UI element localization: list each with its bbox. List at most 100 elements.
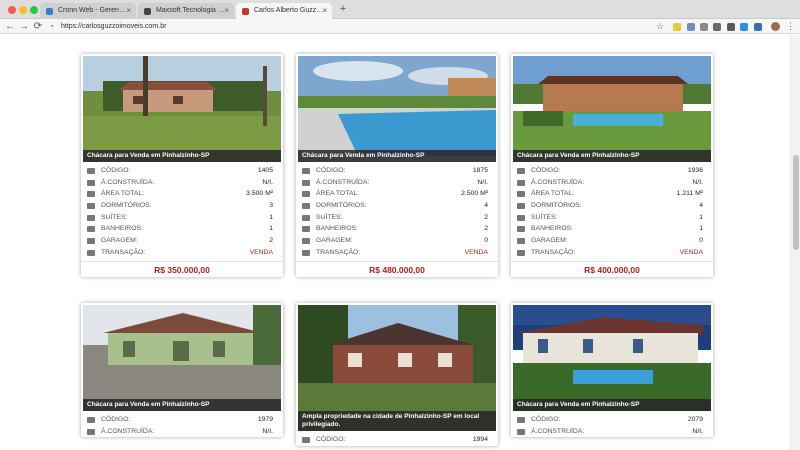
listing-card[interactable]: Chácara para Venda em Pinhalzinho-SP CÓD… bbox=[81, 54, 283, 277]
property-photo[interactable]: Chácara para Venda em Pinhalzinho-SP bbox=[83, 56, 281, 162]
extension-icon[interactable] bbox=[687, 23, 695, 31]
browser-tab-maxsoft[interactable]: Maxsoft Tecnologia - Maxsoft × bbox=[138, 3, 234, 19]
detail-a-construida: Á.CONSTRUÍDA: N/I. bbox=[517, 177, 709, 189]
detail-a-construida: Á.CONSTRUÍDA: N/I. bbox=[302, 177, 494, 189]
detail-dormitorios: DORMITÓRIOS: 3 bbox=[87, 200, 279, 212]
code-icon bbox=[517, 417, 525, 423]
car-icon bbox=[302, 238, 310, 245]
property-photo[interactable]: Chácara para Venda em Pinhalzinho-SP bbox=[83, 305, 281, 411]
building-icon bbox=[517, 428, 525, 435]
property-photo-image bbox=[513, 305, 711, 411]
bathtub-icon bbox=[302, 226, 310, 233]
detail-garagem: GARAGEM: 0 bbox=[302, 235, 494, 247]
detail-codigo: CÓDIGO: 1936 bbox=[517, 165, 709, 177]
detail-banheiros: BANHEIROS: 2 bbox=[302, 223, 494, 235]
detail-suites: SUÍTES: 2 bbox=[302, 212, 494, 224]
browser-tab-cronn[interactable]: Cronn Web - Gerenciador de × bbox=[40, 3, 136, 19]
property-photo[interactable]: Chácara para Venda em Pinhalzinho-SP bbox=[513, 305, 711, 411]
detail-a-construida: Á.CONSTRUÍDA: N/I. bbox=[87, 177, 279, 189]
extension-icon[interactable] bbox=[700, 23, 708, 31]
listing-title: Ampla propriedade na cidade de Pinhalzin… bbox=[298, 411, 496, 431]
shower-icon bbox=[302, 214, 310, 221]
extension-icon[interactable] bbox=[727, 23, 735, 31]
listing-price[interactable]: R$ 400.000,00 bbox=[511, 260, 713, 277]
bathtub-icon bbox=[87, 226, 95, 233]
new-tab-button[interactable]: + bbox=[337, 2, 349, 16]
address-bar[interactable]: ▪ https://carlosguzzoimoveis.com.br bbox=[50, 21, 668, 32]
tab-title: Cronn Web - Gerenciador de bbox=[58, 7, 128, 14]
bed-icon bbox=[87, 203, 95, 210]
detail-garagem: GARAGEM: 2 bbox=[87, 235, 279, 247]
window-maximize-button[interactable] bbox=[30, 6, 38, 14]
code-icon bbox=[87, 417, 95, 423]
money-icon bbox=[87, 249, 95, 256]
listing-price[interactable]: R$ 480.000,00 bbox=[296, 260, 498, 277]
guzzo-favicon-icon bbox=[242, 8, 249, 15]
property-photo-image bbox=[83, 305, 281, 411]
detail-dormitorios: DORMITÓRIOS: 4 bbox=[302, 200, 494, 212]
building-icon bbox=[517, 179, 525, 186]
back-arrow-icon[interactable]: ← bbox=[4, 20, 16, 33]
extension-icon[interactable] bbox=[673, 23, 681, 31]
window-minimize-button[interactable] bbox=[19, 6, 27, 14]
property-photo[interactable]: Chácara para Venda em Pinhalzinho-SP bbox=[298, 56, 496, 162]
listing-card[interactable]: Chácara para Venda em Pinhalzinho-SP CÓD… bbox=[511, 303, 713, 438]
extension-icon[interactable] bbox=[713, 23, 721, 31]
extension-icon[interactable] bbox=[740, 23, 748, 31]
listing-card[interactable]: Chácara para Venda em Pinhalzinho-SP CÓD… bbox=[81, 303, 283, 438]
money-icon bbox=[302, 249, 310, 256]
area-icon bbox=[302, 191, 310, 198]
detail-codigo: CÓDIGO: 1994 bbox=[302, 434, 494, 446]
reload-icon[interactable]: ⟳ bbox=[32, 20, 44, 33]
car-icon bbox=[517, 238, 525, 245]
shower-icon bbox=[87, 214, 95, 221]
extension-icon[interactable] bbox=[754, 23, 762, 31]
scrollbar-thumb[interactable] bbox=[793, 155, 799, 250]
browser-menu-icon[interactable]: ⋮ bbox=[786, 20, 795, 33]
detail-transacao: TRANSAÇÃO: VENDA bbox=[87, 247, 279, 259]
detail-a-construida: Á.CONSTRUÍDA: N/I. bbox=[87, 426, 279, 438]
close-icon[interactable]: × bbox=[322, 3, 327, 19]
tab-title: Carlos Alberto Guzzo corretor bbox=[254, 7, 324, 14]
area-icon bbox=[517, 191, 525, 198]
bed-icon bbox=[517, 203, 525, 210]
detail-suites: SUÍTES: 1 bbox=[87, 212, 279, 224]
window-close-button[interactable] bbox=[8, 6, 16, 14]
close-icon[interactable]: × bbox=[126, 3, 131, 19]
detail-transacao: TRANSAÇÃO: VENDA bbox=[517, 247, 709, 259]
building-icon bbox=[87, 428, 95, 435]
url-text[interactable]: https://carlosguzzoimoveis.com.br bbox=[61, 21, 166, 32]
bed-icon bbox=[302, 203, 310, 210]
area-icon bbox=[87, 191, 95, 198]
listing-card[interactable]: Ampla propriedade na cidade de Pinhalzin… bbox=[296, 303, 498, 446]
listing-title: Chácara para Venda em Pinhalzinho-SP bbox=[513, 399, 711, 411]
detail-banheiros: BANHEIROS: 1 bbox=[517, 223, 709, 235]
browser-tab-carlos-guzzo[interactable]: Carlos Alberto Guzzo corretor × bbox=[236, 3, 332, 19]
maxsoft-favicon-icon bbox=[144, 8, 151, 15]
detail-codigo: CÓDIGO: 1979 bbox=[87, 414, 279, 426]
tab-title: Maxsoft Tecnologia - Maxsoft bbox=[156, 7, 226, 14]
bathtub-icon bbox=[517, 226, 525, 233]
code-icon bbox=[517, 168, 525, 174]
building-icon bbox=[302, 179, 310, 186]
listing-price[interactable]: R$ 350.000,00 bbox=[81, 260, 283, 277]
detail-garagem: GARAGEM: 0 bbox=[517, 235, 709, 247]
listing-card[interactable]: Chácara para Venda em Pinhalzinho-SP CÓD… bbox=[511, 54, 713, 277]
close-icon[interactable]: × bbox=[224, 3, 229, 19]
detail-area-total: ÁREA TOTAL: 1.211 M² bbox=[517, 188, 709, 200]
page-scrollbar[interactable] bbox=[790, 35, 800, 450]
listing-title: Chácara para Venda em Pinhalzinho-SP bbox=[298, 150, 496, 162]
bookmark-star-icon[interactable]: ☆ bbox=[656, 20, 664, 33]
detail-suites: SUÍTES: 1 bbox=[517, 212, 709, 224]
code-icon bbox=[302, 168, 310, 174]
detail-codigo: CÓDIGO: 1405 bbox=[87, 165, 279, 177]
listing-card[interactable]: Chácara para Venda em Pinhalzinho-SP CÓD… bbox=[296, 54, 498, 277]
listings-page: Chácara para Venda em Pinhalzinho-SP CÓD… bbox=[0, 35, 790, 450]
property-photo[interactable]: Ampla propriedade na cidade de Pinhalzin… bbox=[298, 305, 496, 431]
detail-dormitorios: DORMITÓRIOS: 4 bbox=[517, 200, 709, 212]
forward-arrow-icon[interactable]: → bbox=[18, 20, 30, 33]
listing-title: Chácara para Venda em Pinhalzinho-SP bbox=[83, 150, 281, 162]
profile-avatar-icon[interactable] bbox=[771, 22, 780, 31]
property-photo[interactable]: Chácara para Venda em Pinhalzinho-SP bbox=[513, 56, 711, 162]
property-photo-image bbox=[83, 56, 281, 162]
